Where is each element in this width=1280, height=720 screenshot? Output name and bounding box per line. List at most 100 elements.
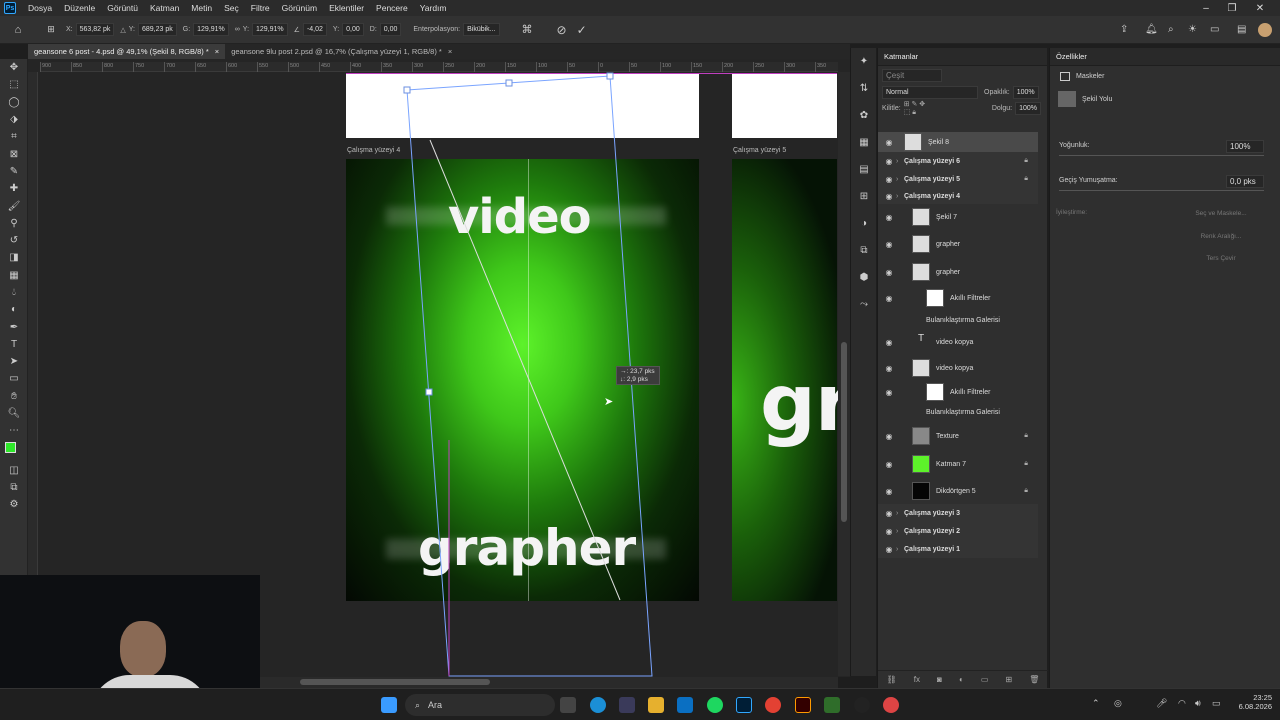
screen-mode-icon[interactable]: ⧉ (0, 479, 28, 496)
menu-file[interactable]: Dosya (22, 3, 58, 13)
visibility-eye-icon[interactable]: ◉ (882, 192, 896, 201)
rectangle-tool-icon[interactable]: ▭ (0, 370, 28, 387)
visibility-eye-icon[interactable]: ◉ (882, 460, 896, 469)
layers-panel-title[interactable]: Katmanlar (878, 48, 1047, 66)
x-field[interactable]: 563,82 pk (75, 23, 115, 36)
commit-transform-icon[interactable]: ✓ (577, 23, 587, 37)
menu-filter[interactable]: Filtre (245, 3, 276, 13)
photoshop-taskbar-icon[interactable] (736, 697, 752, 713)
pen-tool-icon[interactable]: ✒ (0, 318, 28, 335)
move-tool-icon[interactable]: ✥ (0, 59, 28, 76)
layer-row[interactable]: ◉ Şekil 7 (878, 204, 1038, 230)
layer-row[interactable]: Bulanıklaştırma Galerisi (878, 310, 1038, 330)
minimize-icon[interactable]: – (1193, 0, 1219, 16)
lock-options-icon[interactable]: ⊞ ✎ ✥ ⬚ 🔒︎ (904, 100, 932, 117)
visibility-eye-icon[interactable]: ◉ (882, 545, 896, 554)
arrange-icon[interactable]: ▤ (1237, 24, 1246, 35)
layer-row[interactable]: ◉ › Çalışma yüzeyi 5 🔒︎ (878, 170, 1038, 188)
menu-type[interactable]: Metin (185, 3, 218, 13)
hskew-field[interactable]: 0,00 (342, 23, 364, 36)
vertical-scrollbar[interactable] (838, 72, 850, 676)
discover-icon[interactable]: ☀ (1188, 24, 1197, 35)
layer-row[interactable]: ◉ Tvideo kopya (878, 330, 1038, 354)
swatches-icon[interactable]: ▦ (851, 129, 877, 156)
stamp-tool-icon[interactable]: ⚲ (0, 215, 28, 232)
app-icon-2[interactable] (854, 697, 870, 713)
visibility-eye-icon[interactable]: ◉ (882, 487, 896, 496)
color-range-button[interactable]: Renk Aralığı... (1176, 233, 1266, 240)
visibility-eye-icon[interactable]: ◉ (882, 364, 896, 373)
share-icon[interactable]: ⇪ (1120, 24, 1128, 35)
libraries-icon[interactable]: ▤ (851, 156, 877, 183)
marquee-tool-icon[interactable]: ⬚ (0, 76, 28, 93)
artboard-7-preview[interactable] (732, 73, 837, 138)
eyedropper-tool-icon[interactable]: ✎ (0, 163, 28, 180)
tab-document-2[interactable]: geansone 9lu post 2.psd @ 16,7% (Çalışma… (225, 44, 458, 59)
taskbar-clock[interactable]: 23:25 6.08.2026 (1232, 693, 1272, 711)
menu-layer[interactable]: Katman (144, 3, 185, 13)
layer-row[interactable]: ◉ Texture 🔒︎ (878, 422, 1038, 450)
workspace-icon[interactable]: ▭ (1210, 24, 1219, 35)
reference-point-icon[interactable]: ⊞ (36, 24, 66, 35)
maximize-icon[interactable]: ❐ (1219, 0, 1245, 16)
battery-icon[interactable]: ▭ (1212, 698, 1221, 709)
color-icon[interactable]: ◑ (851, 210, 877, 237)
history-brush-icon[interactable]: ↺ (0, 232, 28, 249)
task-view-icon[interactable] (560, 697, 576, 713)
crop-tool-icon[interactable]: ⌗ (0, 128, 28, 145)
expand-chevron-icon[interactable]: › (896, 510, 904, 517)
copilot-icon[interactable] (619, 697, 635, 713)
feather-field[interactable]: 0,0 pks (1226, 175, 1264, 188)
y-field[interactable]: 689,23 pk (138, 23, 177, 36)
visibility-eye-icon[interactable]: ◉ (882, 213, 896, 222)
layer-row[interactable]: ◉ video kopya (878, 354, 1038, 382)
add-mask-icon[interactable]: ◙ (937, 675, 942, 684)
scrollbar-thumb[interactable] (300, 679, 490, 685)
warp-icon[interactable]: ⌘ (522, 23, 533, 36)
close-icon[interactable]: ✕ (1247, 0, 1273, 16)
search-icon[interactable]: ⌕ (1168, 24, 1174, 35)
delete-layer-icon[interactable]: 🗑︎ (1029, 675, 1039, 684)
frame-tool-icon[interactable]: ⊠ (0, 145, 28, 162)
visibility-eye-icon[interactable]: ◉ (882, 268, 896, 277)
chrome-icon-2[interactable] (883, 697, 899, 713)
brushes-icon[interactable]: ✿ (851, 102, 877, 129)
channels-icon[interactable]: ⧉ (851, 237, 877, 264)
layer-row[interactable]: ◉ grapher (878, 258, 1038, 286)
properties-panel-title[interactable]: Özellikler (1050, 48, 1280, 66)
scrollbar-thumb[interactable] (841, 342, 847, 522)
path-select-tool-icon[interactable]: ➤ (0, 353, 28, 370)
visibility-eye-icon[interactable]: ◉ (882, 240, 896, 249)
color-swatches[interactable] (0, 440, 28, 462)
avatar[interactable] (1258, 22, 1272, 37)
quick-mask-icon[interactable]: ◫ (0, 462, 28, 479)
type-tool-icon[interactable]: T (0, 336, 28, 353)
layer-row[interactable]: Bulanıklaştırma Galerisi (878, 402, 1038, 422)
density-field[interactable]: 100% (1226, 140, 1264, 153)
close-icon[interactable]: × (215, 47, 219, 56)
layer-row[interactable]: ◉ › Çalışma yüzeyi 4 (878, 188, 1038, 204)
visibility-eye-icon[interactable]: ◉ (882, 338, 896, 347)
fill-field[interactable]: 100% (1015, 101, 1041, 115)
volume-icon[interactable]: 🔊︎ (1195, 698, 1201, 709)
3d-icon[interactable]: ⬢ (851, 264, 877, 291)
delta-icon[interactable]: △ (120, 26, 125, 34)
brush-tool-icon[interactable]: 🖌︎ (0, 197, 28, 214)
healing-brush-icon[interactable]: ✚ (0, 180, 28, 197)
menu-window[interactable]: Pencere (370, 3, 414, 13)
visibility-eye-icon[interactable]: ◉ (882, 294, 896, 303)
notifications-icon[interactable]: 🔔︎ (1145, 24, 1158, 35)
layer-row[interactable]: ◉ › Çalışma yüzeyi 2 (878, 522, 1038, 540)
density-slider[interactable] (1059, 155, 1264, 156)
menu-edit[interactable]: Düzenle (58, 3, 101, 13)
invert-button[interactable]: Ters Çevir (1176, 255, 1266, 262)
edge-icon[interactable] (590, 697, 606, 713)
angle-field[interactable]: -4,02 (302, 23, 327, 36)
menu-help[interactable]: Yardım (414, 3, 453, 13)
more-tools-icon[interactable]: ⋯ (0, 422, 28, 439)
layer-row[interactable]: ◉ Akıllı Filtreler (878, 286, 1038, 310)
layer-row[interactable]: ◉ Katman 7 🔒︎ (878, 450, 1038, 478)
select-and-mask-button[interactable]: Seç ve Maskele... (1176, 210, 1266, 217)
windows-start-icon[interactable] (381, 697, 397, 713)
horizontal-scrollbar[interactable] (260, 677, 838, 688)
